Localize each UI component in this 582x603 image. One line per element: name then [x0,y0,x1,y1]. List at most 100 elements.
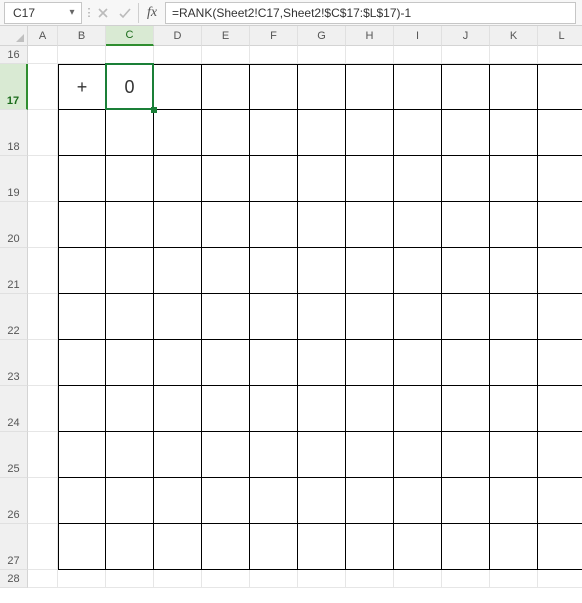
cell-I23[interactable] [394,340,442,386]
col-header-J[interactable]: J [442,26,490,46]
cell-C27[interactable] [106,524,154,570]
cell-K27[interactable] [490,524,538,570]
cell-I21[interactable] [394,248,442,294]
cell-H17[interactable] [346,64,394,110]
cell-G23[interactable] [298,340,346,386]
cell-H16[interactable] [346,46,394,64]
cell-F23[interactable] [250,340,298,386]
cell-G16[interactable] [298,46,346,64]
cell-I18[interactable] [394,110,442,156]
col-header-B[interactable]: B [58,26,106,46]
formula-input[interactable]: =RANK(Sheet2!C17,Sheet2!$C$17:$L$17)-1 [165,2,576,24]
cell-I24[interactable] [394,386,442,432]
cell-A26[interactable] [28,478,58,524]
cell-C16[interactable] [106,46,154,64]
cell-C25[interactable] [106,432,154,478]
cell-D23[interactable] [154,340,202,386]
cell-I17[interactable] [394,64,442,110]
cell-L17[interactable] [538,64,582,110]
col-header-L[interactable]: L [538,26,582,46]
cell-C19[interactable] [106,156,154,202]
cell-K17[interactable] [490,64,538,110]
cell-H20[interactable] [346,202,394,248]
col-header-C[interactable]: C [106,26,154,46]
cell-F19[interactable] [250,156,298,202]
cell-I28[interactable] [394,570,442,588]
cell-I16[interactable] [394,46,442,64]
cell-G17[interactable] [298,64,346,110]
cell-L20[interactable] [538,202,582,248]
cell-A17[interactable] [28,64,58,110]
cell-L23[interactable] [538,340,582,386]
cell-C20[interactable] [106,202,154,248]
cell-G27[interactable] [298,524,346,570]
cell-K25[interactable] [490,432,538,478]
row-header-17[interactable]: 17 [0,64,28,110]
cell-E21[interactable] [202,248,250,294]
cell-E28[interactable] [202,570,250,588]
cell-B24[interactable] [58,386,106,432]
cell-L27[interactable] [538,524,582,570]
col-header-K[interactable]: K [490,26,538,46]
cell-B21[interactable] [58,248,106,294]
cell-D16[interactable] [154,46,202,64]
cell-F20[interactable] [250,202,298,248]
cell-G28[interactable] [298,570,346,588]
cell-C23[interactable] [106,340,154,386]
cell-D20[interactable] [154,202,202,248]
cell-I25[interactable] [394,432,442,478]
col-header-H[interactable]: H [346,26,394,46]
cell-F28[interactable] [250,570,298,588]
cell-L24[interactable] [538,386,582,432]
cell-E22[interactable] [202,294,250,340]
cell-G25[interactable] [298,432,346,478]
cell-C21[interactable] [106,248,154,294]
cell-A27[interactable] [28,524,58,570]
cell-B18[interactable] [58,110,106,156]
cell-E17[interactable] [202,64,250,110]
cell-K19[interactable] [490,156,538,202]
col-header-F[interactable]: F [250,26,298,46]
row-header-19[interactable]: 19 [0,156,28,202]
cell-K22[interactable] [490,294,538,340]
cell-G20[interactable] [298,202,346,248]
cell-D21[interactable] [154,248,202,294]
cell-L19[interactable] [538,156,582,202]
cell-J22[interactable] [442,294,490,340]
cell-J27[interactable] [442,524,490,570]
row-header-28[interactable]: 28 [0,570,28,588]
cell-H24[interactable] [346,386,394,432]
cell-G19[interactable] [298,156,346,202]
cell-C24[interactable] [106,386,154,432]
cell-F17[interactable] [250,64,298,110]
cell-K28[interactable] [490,570,538,588]
cell-B26[interactable] [58,478,106,524]
cell-L21[interactable] [538,248,582,294]
cell-A24[interactable] [28,386,58,432]
cell-K20[interactable] [490,202,538,248]
cell-L18[interactable] [538,110,582,156]
cell-H22[interactable] [346,294,394,340]
cell-grid[interactable]: +0 [28,46,582,588]
cell-J21[interactable] [442,248,490,294]
cell-F24[interactable] [250,386,298,432]
cell-K21[interactable] [490,248,538,294]
cell-G21[interactable] [298,248,346,294]
cell-K24[interactable] [490,386,538,432]
cell-H21[interactable] [346,248,394,294]
cell-D19[interactable] [154,156,202,202]
cell-I27[interactable] [394,524,442,570]
cell-A16[interactable] [28,46,58,64]
cell-E24[interactable] [202,386,250,432]
cell-D26[interactable] [154,478,202,524]
cell-F18[interactable] [250,110,298,156]
cell-D17[interactable] [154,64,202,110]
row-header-16[interactable]: 16 [0,46,28,64]
cell-B23[interactable] [58,340,106,386]
cell-H28[interactable] [346,570,394,588]
cell-J25[interactable] [442,432,490,478]
cell-C22[interactable] [106,294,154,340]
name-box[interactable]: C17 ▾ [4,2,82,24]
cell-C26[interactable] [106,478,154,524]
cell-D18[interactable] [154,110,202,156]
